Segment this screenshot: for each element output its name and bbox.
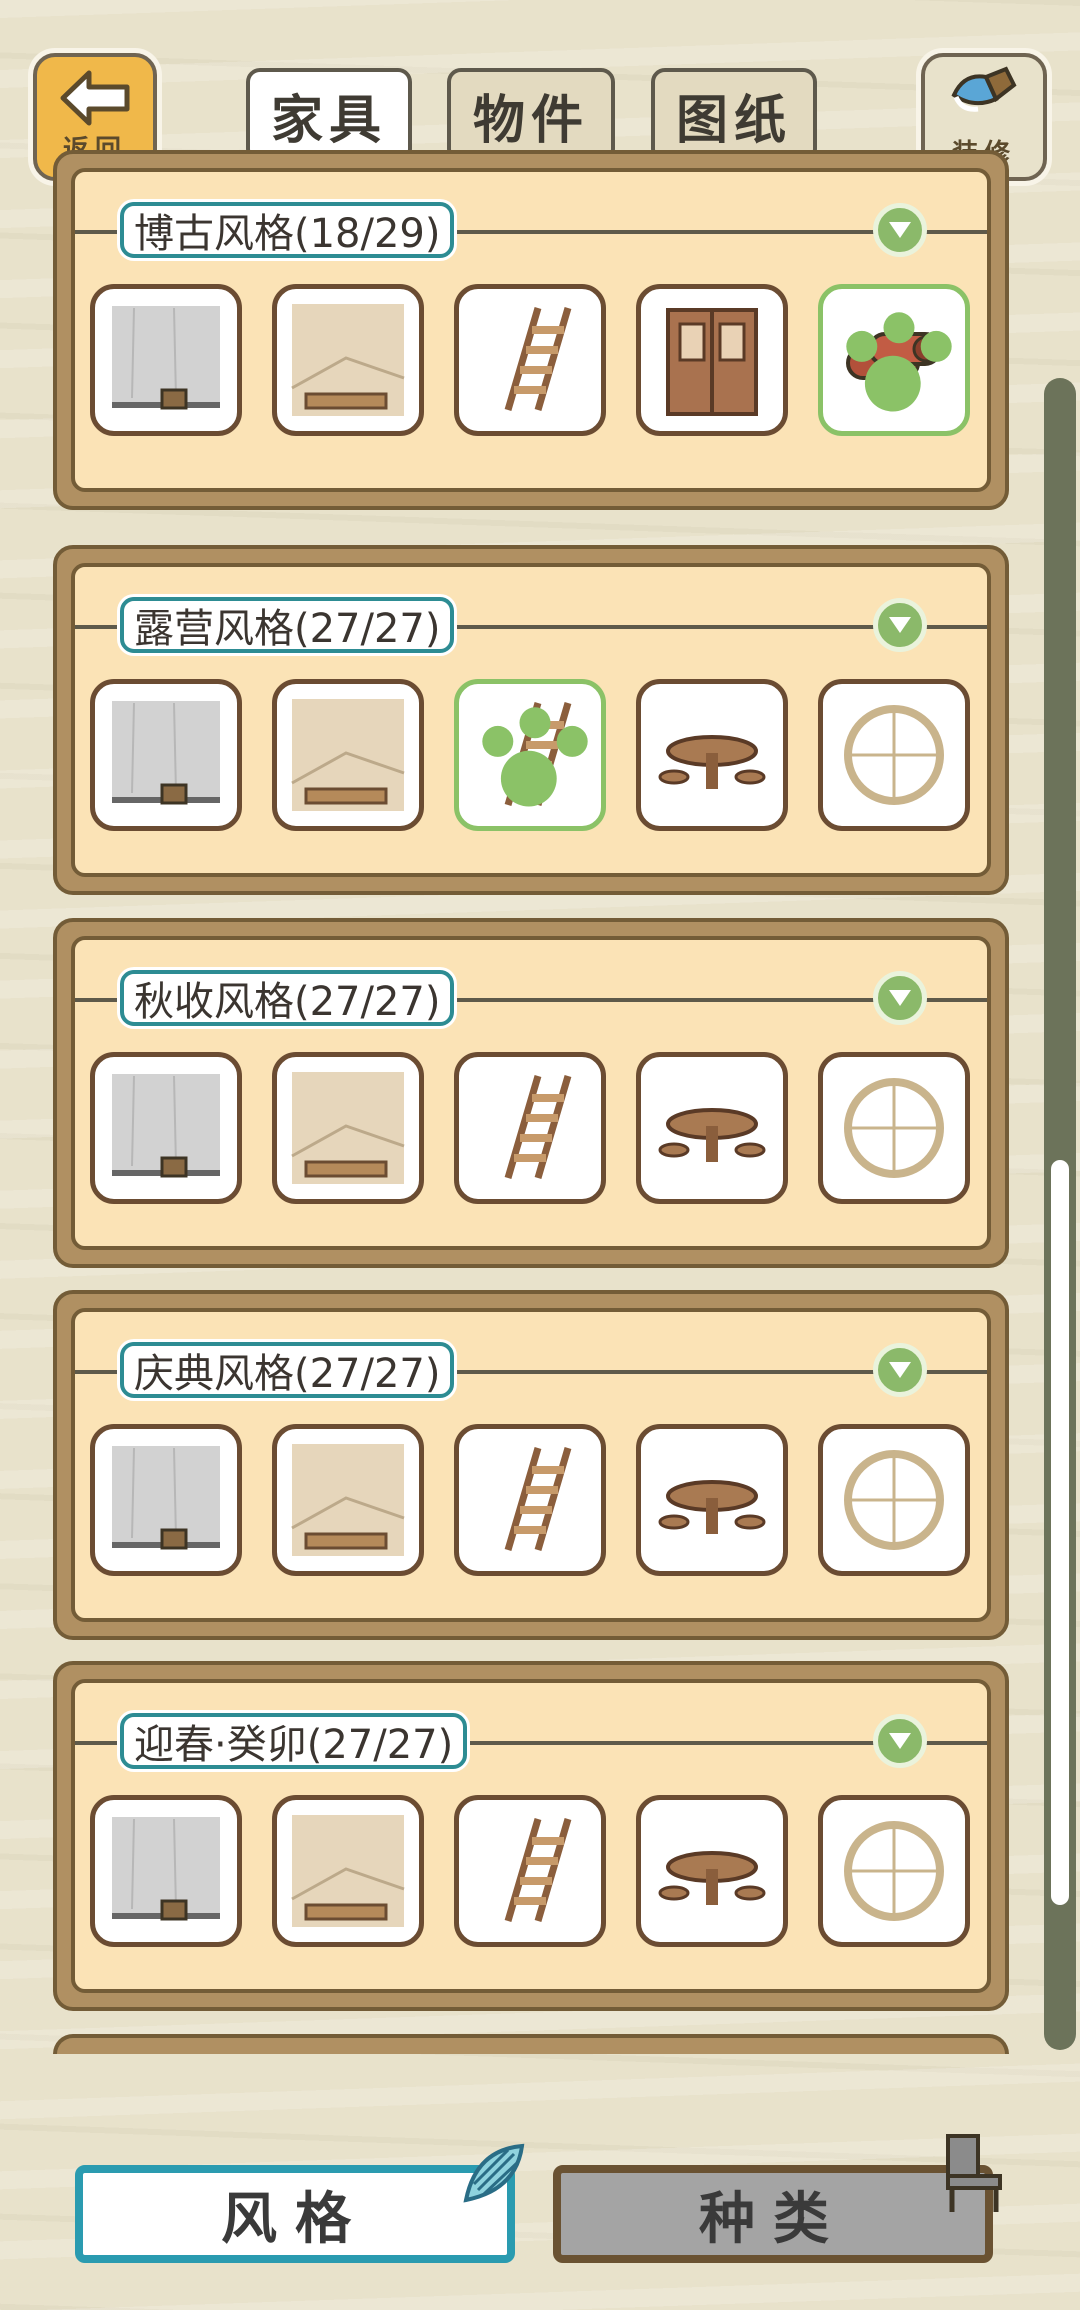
wall-item-icon [112, 701, 220, 805]
furniture-item[interactable] [272, 1795, 424, 1947]
furniture-item[interactable] [636, 1795, 788, 1947]
back-arrow-icon [60, 70, 130, 125]
tab-furniture-label: 家具 [270, 91, 387, 151]
furniture-item[interactable] [636, 679, 788, 831]
floor-item-icon [291, 304, 405, 416]
ladder-item-icon [504, 1818, 572, 1922]
furniture-item[interactable] [636, 1052, 788, 1204]
collapse-toggle-button[interactable] [873, 1714, 927, 1768]
section-items [90, 1424, 970, 1576]
furniture-item[interactable] [818, 1052, 970, 1204]
tab-objects-label: 物件 [472, 91, 589, 151]
wall-item-icon [112, 1446, 220, 1550]
chevron-down-icon [889, 1362, 911, 1378]
wall-item-icon [112, 1817, 220, 1921]
furniture-item[interactable] [454, 1795, 606, 1947]
furniture-item[interactable] [454, 1424, 606, 1576]
window-item-icon [844, 1078, 944, 1178]
table-item-icon [658, 1851, 766, 1905]
style-section-panel: 博古风格(18/29) [53, 150, 1009, 510]
table-item-icon [658, 1480, 766, 1534]
furniture-item[interactable] [272, 1424, 424, 1576]
tab-objects[interactable]: 物件 [447, 68, 615, 163]
style-section-panel: 露营风格(27/27) [53, 545, 1009, 895]
floor-item-icon [291, 1815, 405, 1927]
style-section-panel: 迎春·癸卯(27/27) [53, 1661, 1009, 2011]
section-items [90, 679, 970, 831]
shell-icon [463, 2143, 525, 2203]
tab-furniture[interactable]: 家具 [246, 68, 412, 163]
scrollbar-thumb[interactable] [1051, 1160, 1069, 1905]
floor-item-icon [291, 1072, 405, 1184]
section-inner: 庆典风格(27/27) [71, 1308, 991, 1622]
table-item-icon [658, 1108, 766, 1162]
bottom-tab-style[interactable]: 风格 [75, 2165, 515, 2263]
section-inner: 迎春·癸卯(27/27) [71, 1679, 991, 1993]
furniture-item[interactable] [818, 284, 970, 436]
section-inner: 博古风格(18/29) [71, 168, 991, 492]
ladder-item-icon [504, 1447, 572, 1551]
chair-icon [946, 2134, 1002, 2212]
floor-item-icon [291, 1444, 405, 1556]
style-section-panel: 庆典风格(27/27) [53, 1290, 1009, 1640]
furniture-item[interactable] [818, 1424, 970, 1576]
section-items [90, 1795, 970, 1947]
chevron-down-icon [889, 1733, 911, 1749]
section-title: 露营风格(27/27) [120, 597, 455, 653]
furniture-item[interactable] [272, 1052, 424, 1204]
furniture-item[interactable] [90, 1052, 242, 1204]
furniture-item[interactable] [818, 679, 970, 831]
collapse-toggle-button[interactable] [873, 1343, 927, 1397]
furniture-item[interactable] [90, 679, 242, 831]
furniture-item[interactable] [454, 284, 606, 436]
section-title: 秋收风格(27/27) [120, 970, 455, 1026]
bottom-tab-type-label: 种类 [699, 2186, 847, 2252]
bottom-tab-style-label: 风格 [221, 2186, 369, 2252]
furniture-item[interactable] [454, 1052, 606, 1204]
furniture-item[interactable] [636, 1424, 788, 1576]
wall-item-icon [112, 1074, 220, 1178]
paw-icon [482, 707, 588, 807]
table-item-icon [658, 735, 766, 789]
paw-icon [846, 312, 952, 412]
window-item-icon [844, 1450, 944, 1550]
furniture-item[interactable] [90, 1424, 242, 1576]
collapse-toggle-button[interactable] [873, 203, 927, 257]
section-inner: 露营风格(27/27) [71, 563, 991, 877]
ladder-item-icon [504, 1075, 572, 1179]
window-item-icon [844, 705, 944, 805]
collapse-toggle-button[interactable] [873, 598, 927, 652]
furniture-item[interactable] [454, 679, 606, 831]
collapse-toggle-button[interactable] [873, 971, 927, 1025]
tab-blueprints[interactable]: 图纸 [651, 68, 817, 163]
chevron-down-icon [889, 617, 911, 633]
furniture-item[interactable] [90, 1795, 242, 1947]
furniture-item[interactable] [90, 284, 242, 436]
floor-item-icon [291, 699, 405, 811]
section-title: 庆典风格(27/27) [120, 1342, 455, 1398]
style-section-panel: 秋收风格(27/27) [53, 918, 1009, 1268]
furniture-item[interactable] [818, 1795, 970, 1947]
section-items [90, 1052, 970, 1204]
paint-brush-icon [951, 65, 1017, 112]
section-inner: 秋收风格(27/27) [71, 936, 991, 1250]
furniture-item[interactable] [636, 284, 788, 436]
door-item-icon [666, 308, 758, 416]
bottom-tab-type[interactable]: 种类 [553, 2165, 993, 2263]
ladder-item-icon [504, 307, 572, 411]
section-title: 博古风格(18/29) [120, 202, 455, 258]
wall-item-icon [112, 306, 220, 410]
tab-blueprints-label: 图纸 [675, 91, 792, 151]
chevron-down-icon [889, 222, 911, 238]
section-items [90, 284, 970, 436]
furniture-item[interactable] [272, 284, 424, 436]
window-item-icon [844, 1821, 944, 1921]
furniture-item[interactable] [272, 679, 424, 831]
section-title: 迎春·癸卯(27/27) [120, 1713, 468, 1769]
chevron-down-icon [889, 990, 911, 1006]
